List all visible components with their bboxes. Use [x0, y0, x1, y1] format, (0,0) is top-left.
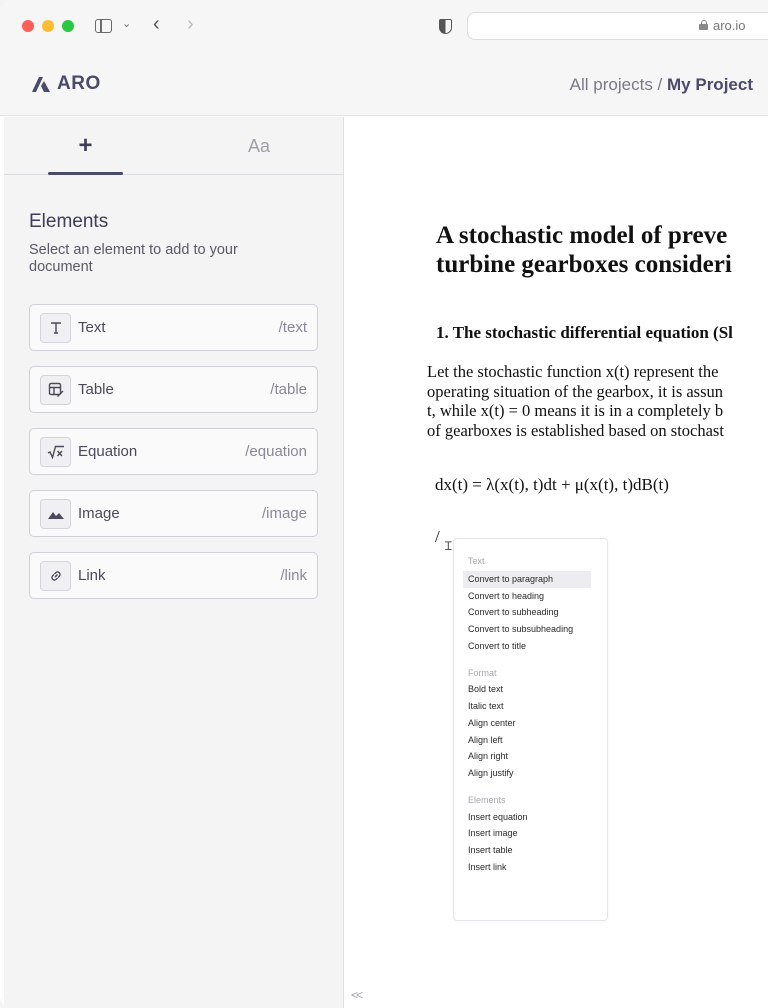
element-command: /text [278, 319, 307, 336]
element-label: Link [78, 567, 106, 584]
document-title-line: turbine gearboxes consideri [436, 251, 732, 278]
menu-item-convert-to-title[interactable]: Convert to title [463, 638, 591, 655]
panel-description: Select an element to add to your documen… [29, 242, 238, 275]
link-icon [40, 561, 71, 591]
sidebar-toggle-icon[interactable] [95, 19, 112, 33]
element-command: /table [270, 381, 307, 398]
forward-arrow-icon[interactable]: › [187, 13, 194, 36]
text-icon [40, 313, 71, 343]
menu-group-label: Elements [468, 795, 506, 805]
lock-icon [699, 20, 708, 30]
browser-toolbar: ⌄ ‹ › aro.io [0, 0, 768, 52]
document-title[interactable]: A stochastic model of preve turbine gear… [436, 221, 768, 279]
square-root-icon [40, 437, 71, 467]
panel-tabs: + Aa [4, 117, 344, 175]
document-editor[interactable]: A stochastic model of preve turbine gear… [345, 117, 768, 1008]
table-edit-icon [40, 375, 71, 405]
element-command: /image [261, 505, 307, 522]
breadcrumb: All projects / My Project [570, 75, 753, 95]
command-menu: Text Convert to paragraph Convert to hea… [453, 538, 608, 921]
equation-block[interactable]: dx(t) = λ(x(t), t)dt + μ(x(t), t)dB(t) [435, 475, 669, 495]
panel-title: Elements [29, 211, 109, 232]
breadcrumb-separator: / [657, 75, 663, 94]
element-link-button[interactable]: Link /link [29, 552, 318, 599]
browser-window: ⌄ ‹ › aro.io ARO All projects / My Proje… [0, 0, 768, 1008]
element-label: Text [78, 319, 106, 336]
menu-item-convert-to-subsubheading[interactable]: Convert to subsubheading [463, 621, 591, 638]
menu-item-convert-to-subheading[interactable]: Convert to subheading [463, 604, 591, 621]
tab-typography[interactable]: Aa [224, 117, 294, 175]
element-text-button[interactable]: Text /text [29, 304, 318, 351]
privacy-shield-icon[interactable] [439, 19, 452, 34]
image-icon [40, 499, 71, 529]
element-label: Table [78, 381, 114, 398]
command-input[interactable]: / [435, 527, 440, 547]
element-label: Equation [78, 443, 138, 460]
chevron-down-icon[interactable]: ⌄ [122, 17, 131, 30]
document-title-line: A stochastic model of preve [436, 222, 728, 249]
menu-item-align-center[interactable]: Align center [463, 715, 591, 732]
menu-item-align-justify[interactable]: Align justify [463, 765, 591, 782]
window-controls [22, 20, 74, 32]
logo-text: ARO [57, 73, 101, 94]
paragraph-line: operating situation of the gearbox, it i… [427, 381, 724, 401]
element-command: /equation [245, 443, 307, 460]
section-heading[interactable]: 1. The stochastic differential equation … [436, 323, 733, 343]
menu-item-align-left[interactable]: Align left [463, 732, 591, 749]
elements-panel: + Aa Elements Select an element to add t… [4, 117, 344, 1008]
aro-logo-icon [32, 77, 50, 92]
tab-elements[interactable]: + [48, 117, 123, 175]
breadcrumb-current-project: My Project [667, 75, 753, 94]
element-equation-button[interactable]: Equation /equation [29, 428, 318, 475]
maximize-window-button[interactable] [62, 20, 74, 32]
menu-item-italic-text[interactable]: Italic text [463, 698, 591, 715]
menu-item-convert-to-paragraph[interactable]: Convert to paragraph [463, 571, 591, 588]
close-window-button[interactable] [22, 20, 34, 32]
document-paragraph[interactable]: Let the stochastic function x(t) represe… [427, 362, 724, 440]
app-header: ARO All projects / My Project [0, 52, 768, 116]
paragraph-line: t, while x(t) = 0 means it is in a compl… [427, 401, 724, 420]
menu-item-insert-image[interactable]: Insert image [463, 825, 591, 842]
element-command: /link [280, 567, 307, 584]
text-cursor-icon: Ɪ [445, 539, 452, 553]
typography-icon: Aa [247, 135, 271, 156]
active-tab-indicator [48, 172, 123, 175]
back-arrow-icon[interactable]: ‹ [153, 13, 160, 36]
menu-group-label: Text [468, 556, 485, 566]
paragraph-line: of gearboxes is established based on sto… [427, 420, 724, 440]
breadcrumb-all-projects[interactable]: All projects [570, 75, 653, 94]
menu-item-align-right[interactable]: Align right [463, 748, 591, 765]
url-text[interactable]: aro.io [713, 18, 746, 33]
menu-item-convert-to-heading[interactable]: Convert to heading [463, 588, 591, 605]
logo[interactable]: ARO [31, 73, 101, 95]
plus-icon: + [78, 132, 93, 159]
paragraph-line: Let the stochastic function x(t) represe… [427, 362, 719, 381]
menu-item-insert-equation[interactable]: Insert equation [463, 809, 591, 826]
minimize-window-button[interactable] [42, 20, 54, 32]
menu-group-label: Format [468, 668, 497, 678]
element-label: Image [78, 505, 120, 522]
element-table-button[interactable]: Table /table [29, 366, 318, 413]
collapse-panel-button[interactable]: << [351, 988, 363, 1002]
element-image-button[interactable]: Image /image [29, 490, 318, 537]
menu-item-insert-link[interactable]: Insert link [463, 859, 591, 876]
menu-item-bold-text[interactable]: Bold text [463, 681, 591, 698]
menu-item-insert-table[interactable]: Insert table [463, 842, 591, 859]
